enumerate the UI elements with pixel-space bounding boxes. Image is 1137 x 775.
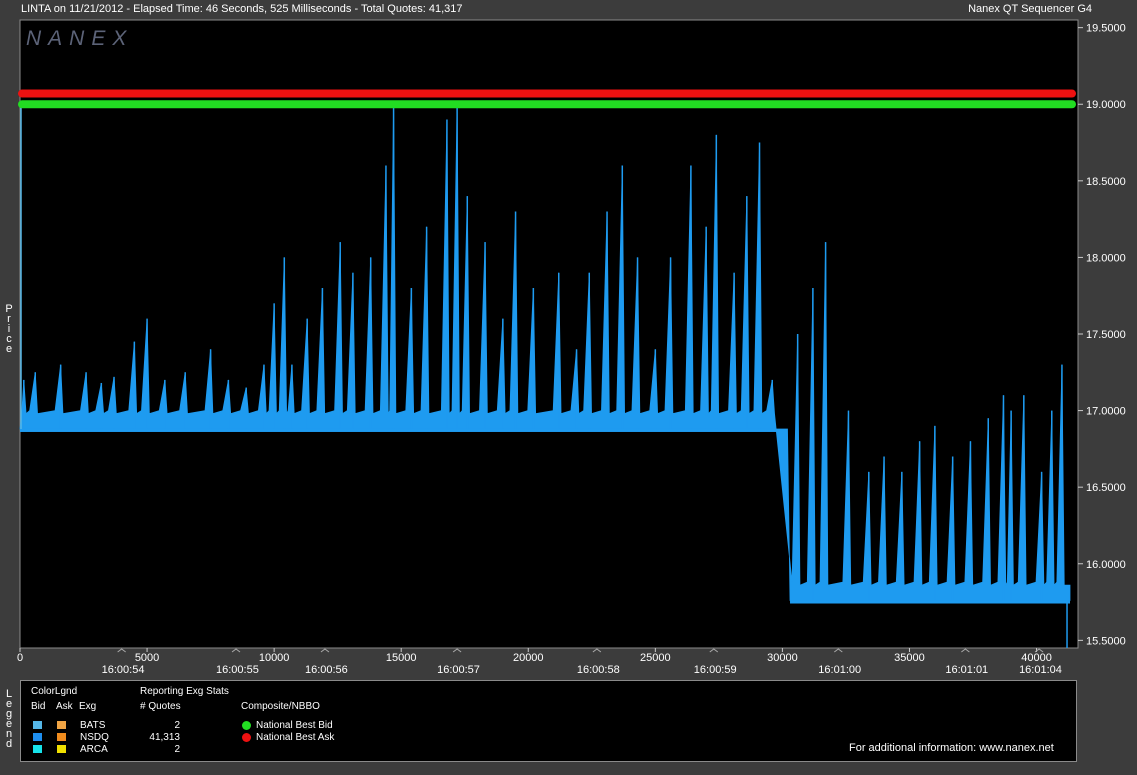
exchange-quotes-nsdq: 41,313 xyxy=(149,732,180,743)
price-chart: NANEX 19.5000 19.0000 18.5000 18.0000 17.500… xyxy=(17,19,1126,676)
exchange-name-nsdq: NSDQ xyxy=(80,732,109,743)
exchange-column-header: Exg xyxy=(79,701,97,712)
exchange-name-arca: ARCA xyxy=(80,744,108,755)
bid-column-header: Bid xyxy=(31,701,46,712)
time-tick-mark xyxy=(320,648,330,653)
composite-nbbo-header: Composite/NBBO xyxy=(241,701,320,712)
nsdq-baseline-band xyxy=(790,600,1070,604)
y-tick-label: 17.0000 xyxy=(1086,406,1126,418)
national-best-ask-label: National Best Ask xyxy=(256,732,335,743)
x-tick-label: 20000 xyxy=(513,652,544,664)
national-best-bid-label: National Best Bid xyxy=(256,720,333,731)
arca-ask-swatch xyxy=(57,745,66,753)
x-tick-label: 0 xyxy=(17,652,23,664)
time-tick-label: 16:01:04 xyxy=(1019,664,1062,676)
y-tick-label: 18.5000 xyxy=(1086,176,1126,188)
time-tick-label: 16:00:56 xyxy=(305,664,348,676)
time-tick-mark xyxy=(834,648,843,653)
legend-title: Legend xyxy=(5,688,13,750)
y-tick-label: 19.5000 xyxy=(1086,23,1126,35)
time-tick-label: 16:01:01 xyxy=(945,664,988,676)
y-tick-label: 19.0000 xyxy=(1086,99,1126,111)
time-tick-label: 16:00:59 xyxy=(694,664,737,676)
x-tick-label: 40000 xyxy=(1021,652,1052,664)
reporting-stats-header: Reporting Exg Stats xyxy=(140,686,229,697)
national-best-ask-dot xyxy=(242,733,251,742)
y-tick-label: 18.0000 xyxy=(1086,252,1126,264)
x-tick-label: 25000 xyxy=(640,652,671,664)
x-tick-label: 10000 xyxy=(259,652,290,664)
bats-bid-swatch xyxy=(33,721,42,729)
time-tick-mark xyxy=(231,648,241,653)
arca-bid-swatch xyxy=(33,745,42,753)
time-tick-label: 16:01:00 xyxy=(818,664,861,676)
ask-column-header: Ask xyxy=(56,701,73,712)
time-tick-mark xyxy=(592,648,602,653)
bats-ask-swatch xyxy=(57,721,66,729)
national-best-bid-dot xyxy=(242,721,251,730)
color-legend-header: ColorLgnd xyxy=(31,686,78,697)
y-tick-label: 16.0000 xyxy=(1086,559,1126,571)
time-tick-label: 16:00:57 xyxy=(437,664,480,676)
x-tick-label: 30000 xyxy=(767,652,798,664)
exchange-quotes-bats: 2 xyxy=(174,720,180,731)
nanex-logo: NANEX xyxy=(26,27,133,50)
time-tick-mark xyxy=(452,648,462,653)
y-tick-label: 17.5000 xyxy=(1086,329,1126,341)
y-tick-label: 15.5000 xyxy=(1086,635,1126,647)
time-tick-mark xyxy=(961,648,970,653)
y-axis-label: Price xyxy=(5,303,13,355)
nsdq-baseline-band xyxy=(20,428,788,432)
exchange-name-bats: BATS xyxy=(80,720,106,731)
exchange-quotes-arca: 2 xyxy=(174,744,180,755)
footer-info-link[interactable]: For additional information: www.nanex.ne… xyxy=(849,742,1054,754)
time-tick-label: 16:00:58 xyxy=(577,664,620,676)
time-tick-label: 16:00:54 xyxy=(102,664,145,676)
time-tick-mark xyxy=(709,648,719,653)
x-tick-label: 5000 xyxy=(135,652,159,664)
nsdq-ask-swatch xyxy=(57,733,66,741)
x-tick-label: 15000 xyxy=(386,652,417,664)
x-tick-label: 35000 xyxy=(894,652,925,664)
quotes-column-header: # Quotes xyxy=(140,701,181,712)
time-tick-mark xyxy=(117,648,126,653)
nsdq-bid-swatch xyxy=(33,733,42,741)
y-tick-label: 16.5000 xyxy=(1086,482,1126,494)
time-tick-label: 16:00:55 xyxy=(216,664,259,676)
